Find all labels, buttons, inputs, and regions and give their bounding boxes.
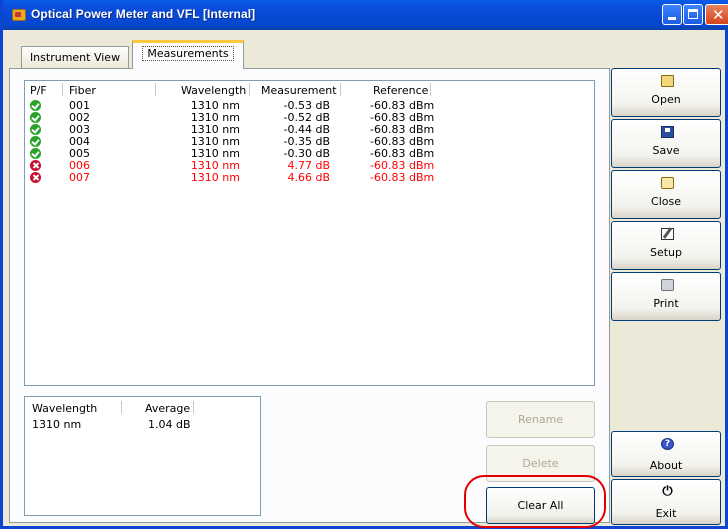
save-label: Save xyxy=(652,144,680,157)
close-button[interactable]: Close xyxy=(611,170,721,219)
title-bar[interactable]: Optical Power Meter and VFL [Internal] ✕ xyxy=(3,0,728,30)
maximize-button[interactable] xyxy=(683,4,703,25)
about-label: About xyxy=(649,459,683,472)
minimize-icon xyxy=(668,17,676,20)
close-window-button[interactable]: ✕ xyxy=(705,4,728,25)
cell-reference: -60.83 dBm xyxy=(370,171,435,184)
column-divider xyxy=(193,401,194,414)
open-button[interactable]: Open xyxy=(611,68,721,117)
summary-cell-wavelength: 1310 nm xyxy=(32,418,82,431)
cell-fiber: 007 xyxy=(69,171,90,184)
help-icon: ? xyxy=(661,438,674,450)
print-button[interactable]: Print xyxy=(611,272,721,321)
power-icon: ⏻ xyxy=(662,484,673,499)
column-divider xyxy=(121,401,122,414)
exit-button[interactable]: ⏻ Exit xyxy=(611,479,721,525)
close-icon: ✕ xyxy=(712,6,725,24)
tab-instrument-view[interactable]: Instrument View xyxy=(21,46,129,68)
pass-check-icon xyxy=(30,136,41,147)
column-divider[interactable] xyxy=(155,83,156,96)
tab-label: Measurements xyxy=(142,46,234,61)
column-header-reference[interactable]: Reference xyxy=(373,84,428,97)
fail-x-icon xyxy=(30,160,41,171)
cell-wavelength: 1310 nm xyxy=(190,171,240,184)
column-header-wavelength[interactable]: Wavelength xyxy=(181,84,246,97)
rename-button[interactable]: Rename xyxy=(486,401,595,438)
window-title: Optical Power Meter and VFL [Internal] xyxy=(31,7,256,21)
app-icon xyxy=(12,9,26,21)
folder-open-icon xyxy=(661,75,674,87)
pass-check-icon xyxy=(30,112,41,123)
column-header-pf[interactable]: P/F xyxy=(30,84,47,97)
tab-measurements[interactable]: Measurements xyxy=(132,40,244,69)
folder-close-icon xyxy=(661,177,674,189)
fail-x-icon xyxy=(30,172,41,183)
printer-icon xyxy=(661,279,674,291)
exit-label: Exit xyxy=(655,507,677,520)
setup-button[interactable]: Setup xyxy=(611,221,721,270)
pass-check-icon xyxy=(30,148,41,159)
measurements-list[interactable]: P/F Fiber Wavelength Measurement Referen… xyxy=(24,80,595,386)
minimize-button[interactable] xyxy=(662,4,682,25)
column-header-fiber[interactable]: Fiber xyxy=(69,84,96,97)
summary-header-wavelength: Wavelength xyxy=(32,402,98,415)
print-label: Print xyxy=(653,297,679,310)
maximize-icon xyxy=(688,9,698,19)
column-divider[interactable] xyxy=(62,83,63,96)
cell-measurement: 4.66 dB xyxy=(287,171,330,184)
column-header-measurement[interactable]: Measurement xyxy=(261,84,337,97)
pass-check-icon xyxy=(30,100,41,111)
delete-button[interactable]: Delete xyxy=(486,445,595,482)
summary-cell-average: 1.04 dB xyxy=(148,418,191,431)
summary-header-average: Average xyxy=(145,402,191,415)
floppy-disk-icon xyxy=(661,126,674,138)
setup-label: Setup xyxy=(649,246,683,259)
edit-pencil-icon xyxy=(661,228,674,240)
tab-label: Instrument View xyxy=(29,51,121,64)
close-label: Close xyxy=(651,195,681,208)
column-divider[interactable] xyxy=(430,83,431,96)
column-divider[interactable] xyxy=(249,83,250,96)
column-divider[interactable] xyxy=(340,83,341,96)
pass-check-icon xyxy=(30,124,41,135)
save-button[interactable]: Save xyxy=(611,119,721,168)
clear-all-button[interactable]: Clear All xyxy=(486,487,595,524)
wavelength-summary-table: Wavelength Average 1310 nm 1.04 dB xyxy=(24,396,261,516)
list-header: P/F Fiber Wavelength Measurement Referen… xyxy=(25,81,594,98)
open-label: Open xyxy=(651,93,681,106)
table-row[interactable]: 007 1310 nm 4.66 dB -60.83 dBm xyxy=(25,172,594,184)
about-button[interactable]: ? About xyxy=(611,431,721,477)
